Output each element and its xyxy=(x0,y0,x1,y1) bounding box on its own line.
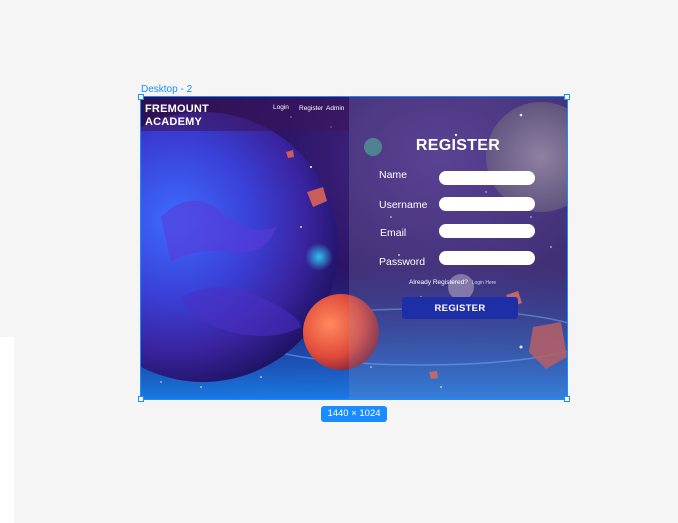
brand-line-1: FREMOUNT xyxy=(145,103,209,115)
name-input[interactable] xyxy=(439,171,535,185)
brand-line-2: ACADEMY xyxy=(145,116,203,128)
register-panel: REGISTER Name Username Email Password Al… xyxy=(349,97,567,399)
email-input[interactable] xyxy=(439,224,535,238)
register-title: REGISTER xyxy=(415,137,501,154)
resize-handle-top-right[interactable] xyxy=(564,94,570,100)
brand-logo[interactable]: FREMOUNT ACADEMY xyxy=(145,103,209,129)
canvas-side-panel xyxy=(0,337,14,523)
email-label: Email xyxy=(380,227,407,239)
password-input[interactable] xyxy=(439,251,535,265)
frame-size-badge: 1440 × 1024 xyxy=(321,406,387,422)
already-registered-text: Already Registered? xyxy=(409,279,468,286)
register-submit-button[interactable]: REGISTER xyxy=(402,297,518,319)
password-label: Password xyxy=(379,256,426,268)
already-registered-row: Already Registered? Login Here xyxy=(409,279,496,286)
nav-link-admin[interactable]: Admin xyxy=(326,105,344,112)
name-label: Name xyxy=(379,169,408,181)
username-label: Username xyxy=(379,199,428,211)
username-input[interactable] xyxy=(439,197,535,211)
desktop-frame[interactable]: FREMOUNT ACADEMY Login Register Admin RE… xyxy=(140,96,568,400)
frame-name-label[interactable]: Desktop - 2 xyxy=(141,84,192,95)
login-here-link[interactable]: Login Here xyxy=(472,280,496,286)
resize-handle-top-left[interactable] xyxy=(138,94,144,100)
resize-handle-bottom-left[interactable] xyxy=(138,396,144,402)
resize-handle-bottom-right[interactable] xyxy=(564,396,570,402)
nav-link-login[interactable]: Login xyxy=(273,104,289,111)
nav-link-register[interactable]: Register xyxy=(299,105,323,112)
